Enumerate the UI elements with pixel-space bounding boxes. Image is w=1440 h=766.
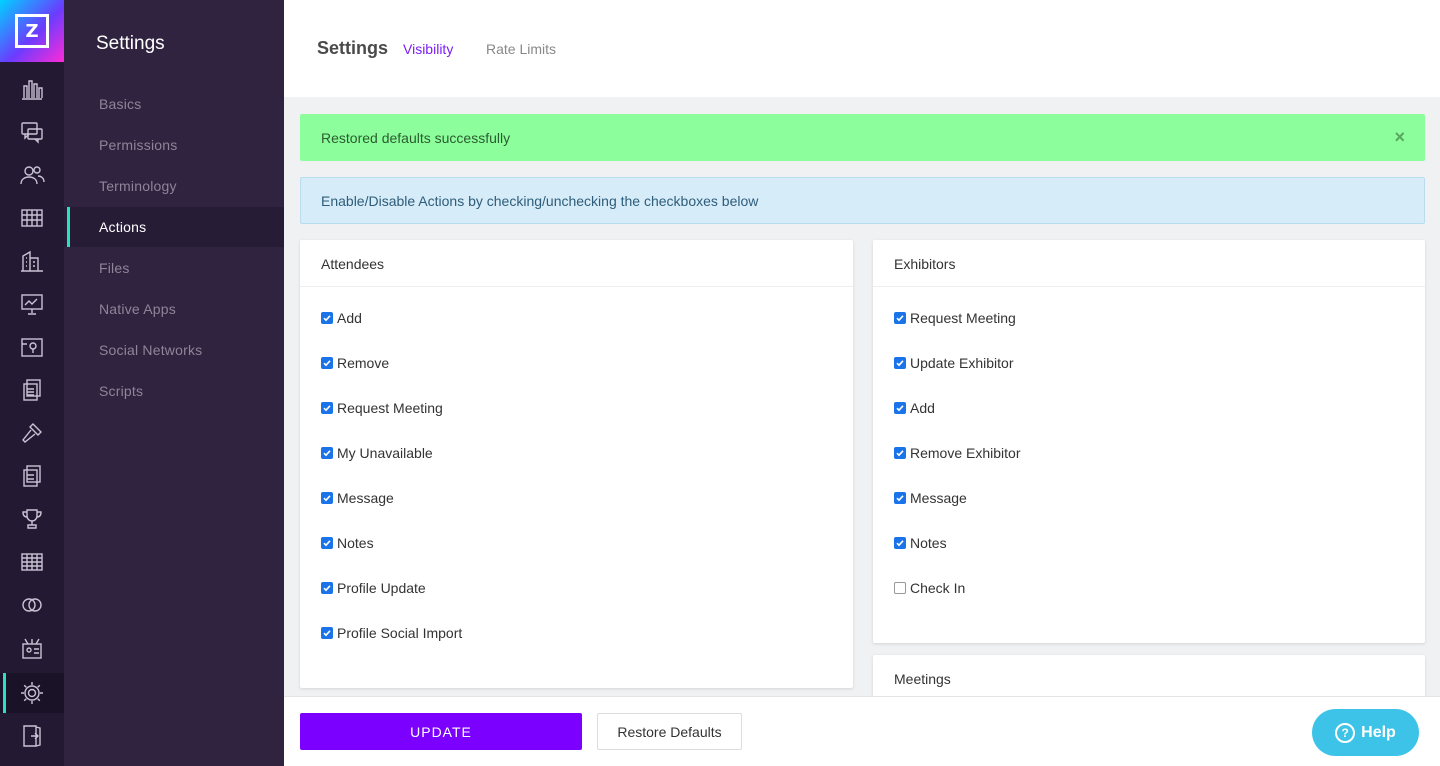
- trophy-icon[interactable]: [0, 499, 64, 539]
- success-alert-text: Restored defaults successfully: [321, 130, 511, 146]
- exhibitors-card-title: Exhibitors: [873, 240, 1425, 287]
- tab-rate-limits[interactable]: Rate Limits: [486, 41, 556, 57]
- checkbox-label: Update Exhibitor: [910, 355, 1014, 371]
- icon-rail: Z: [0, 0, 64, 766]
- checkbox-label: Request Meeting: [910, 310, 1016, 326]
- checkbox-checked-icon[interactable]: [894, 537, 906, 549]
- page-header: Settings Visibility Rate Limits: [284, 0, 1440, 97]
- sidebar-item-native-apps[interactable]: Native Apps: [64, 289, 284, 329]
- sidebar-title: Settings: [96, 33, 165, 54]
- checkbox-checked-icon[interactable]: [321, 357, 333, 369]
- map-icon[interactable]: [0, 327, 64, 367]
- exhibitors-checkbox-row[interactable]: Update Exhibitor: [894, 353, 1014, 373]
- help-button[interactable]: ? Help: [1312, 709, 1419, 756]
- exhibitors-checkbox-row[interactable]: Add: [894, 398, 935, 418]
- analytics-icon[interactable]: [0, 69, 64, 109]
- close-icon[interactable]: ×: [1394, 127, 1405, 148]
- exhibitors-checkbox-row[interactable]: Request Meeting: [894, 308, 1016, 328]
- exhibitors-checkbox-row[interactable]: Message: [894, 488, 967, 508]
- checkbox-checked-icon[interactable]: [321, 582, 333, 594]
- checkbox-label: Remove: [337, 355, 390, 371]
- badge-icon[interactable]: [0, 628, 64, 668]
- rings-icon[interactable]: [0, 585, 64, 625]
- hammer-icon[interactable]: [0, 413, 64, 453]
- grid-icon[interactable]: [0, 542, 64, 582]
- table-icon[interactable]: [0, 198, 64, 238]
- info-alert-text: Enable/Disable Actions by checking/unche…: [321, 193, 759, 209]
- checkbox-checked-icon[interactable]: [321, 627, 333, 639]
- people-icon[interactable]: [0, 155, 64, 195]
- success-alert: Restored defaults successfully ×: [300, 114, 1425, 161]
- checkbox-label: Notes: [910, 535, 947, 551]
- checkbox-checked-icon[interactable]: [321, 312, 333, 324]
- help-icon: ?: [1335, 722, 1356, 743]
- checkbox-label: Message: [337, 490, 394, 506]
- checkbox-label: Add: [337, 310, 362, 326]
- app-logo[interactable]: Z: [0, 0, 64, 62]
- gear-icon[interactable]: [0, 673, 64, 713]
- checkbox-label: Message: [910, 490, 967, 506]
- attendees-checkbox-row[interactable]: Profile Social Import: [321, 623, 462, 643]
- page-title: Settings: [317, 38, 389, 58]
- checkbox-checked-icon[interactable]: [894, 357, 906, 369]
- sidebar-item-actions[interactable]: Actions: [64, 207, 284, 247]
- exhibitors-card: Exhibitors Request Meeting Update Exhibit…: [873, 240, 1425, 643]
- sidebar-item-scripts[interactable]: Scripts: [64, 371, 284, 411]
- attendees-card: Attendees Add Remove Request Meeting My Una…: [300, 240, 853, 688]
- exhibitors-checkbox-row[interactable]: Check In: [894, 578, 965, 598]
- help-button-label: Help: [1361, 723, 1396, 741]
- update-button[interactable]: UPDATE: [300, 713, 582, 750]
- checkbox-label: My Unavailable: [337, 445, 433, 461]
- checkbox-checked-icon[interactable]: [894, 312, 906, 324]
- sidebar-item-social-networks[interactable]: Social Networks: [64, 330, 284, 370]
- checkbox-checked-icon[interactable]: [321, 537, 333, 549]
- documents-icon[interactable]: [0, 370, 64, 410]
- sidebar-item-permissions[interactable]: Permissions: [64, 125, 284, 165]
- meetings-card-title: Meetings: [873, 655, 1425, 702]
- checkbox-label: Notes: [337, 535, 374, 551]
- checkbox-checked-icon[interactable]: [894, 402, 906, 414]
- info-alert: Enable/Disable Actions by checking/unche…: [300, 177, 1425, 224]
- exit-icon[interactable]: [0, 716, 64, 756]
- checkbox-label: Check In: [910, 580, 966, 596]
- tab-visibility[interactable]: Visibility: [403, 41, 453, 57]
- checkbox-checked-icon[interactable]: [321, 492, 333, 504]
- attendees-checkbox-row[interactable]: My Unavailable: [321, 443, 433, 463]
- attendees-checkbox-row[interactable]: Profile Update: [321, 578, 426, 598]
- sidebar-item-terminology[interactable]: Terminology: [64, 166, 284, 206]
- exhibitors-checkbox-row[interactable]: Notes: [894, 533, 947, 553]
- checkbox-checked-icon[interactable]: [321, 447, 333, 459]
- exhibitors-checkbox-row[interactable]: Remove Exhibitor: [894, 443, 1021, 463]
- checkbox-checked-icon[interactable]: [894, 447, 906, 459]
- attendees-checkbox-row[interactable]: Request Meeting: [321, 398, 443, 418]
- checkbox-checked-icon[interactable]: [321, 402, 333, 414]
- checkbox-label: Remove Exhibitor: [910, 445, 1021, 461]
- checkbox-label: Profile Update: [337, 580, 426, 596]
- checkbox-checked-icon[interactable]: [894, 492, 906, 504]
- sidebar-item-files[interactable]: Files: [64, 248, 284, 288]
- restore-defaults-button[interactable]: Restore Defaults: [597, 713, 742, 750]
- attendees-checkbox-row[interactable]: Message: [321, 488, 394, 508]
- attendees-checkbox-row[interactable]: Notes: [321, 533, 374, 553]
- presentation-icon[interactable]: [0, 284, 64, 324]
- attendees-card-title: Attendees: [300, 240, 853, 287]
- building-icon[interactable]: [0, 241, 64, 281]
- sidebar-item-basics[interactable]: Basics: [64, 84, 284, 124]
- checkbox-label: Request Meeting: [337, 400, 443, 416]
- attendees-checkbox-row[interactable]: Remove: [321, 353, 389, 373]
- settings-sidebar: Settings Basics Permissions Terminology …: [64, 0, 284, 766]
- attendees-checkbox-row[interactable]: Add: [321, 308, 362, 328]
- checkbox-unchecked-icon[interactable]: [894, 582, 906, 594]
- forms-icon[interactable]: [0, 456, 64, 496]
- logo-mark: Z: [15, 14, 49, 48]
- checkbox-label: Add: [910, 400, 935, 416]
- checkbox-label: Profile Social Import: [337, 625, 463, 641]
- chat-icon[interactable]: [0, 112, 64, 152]
